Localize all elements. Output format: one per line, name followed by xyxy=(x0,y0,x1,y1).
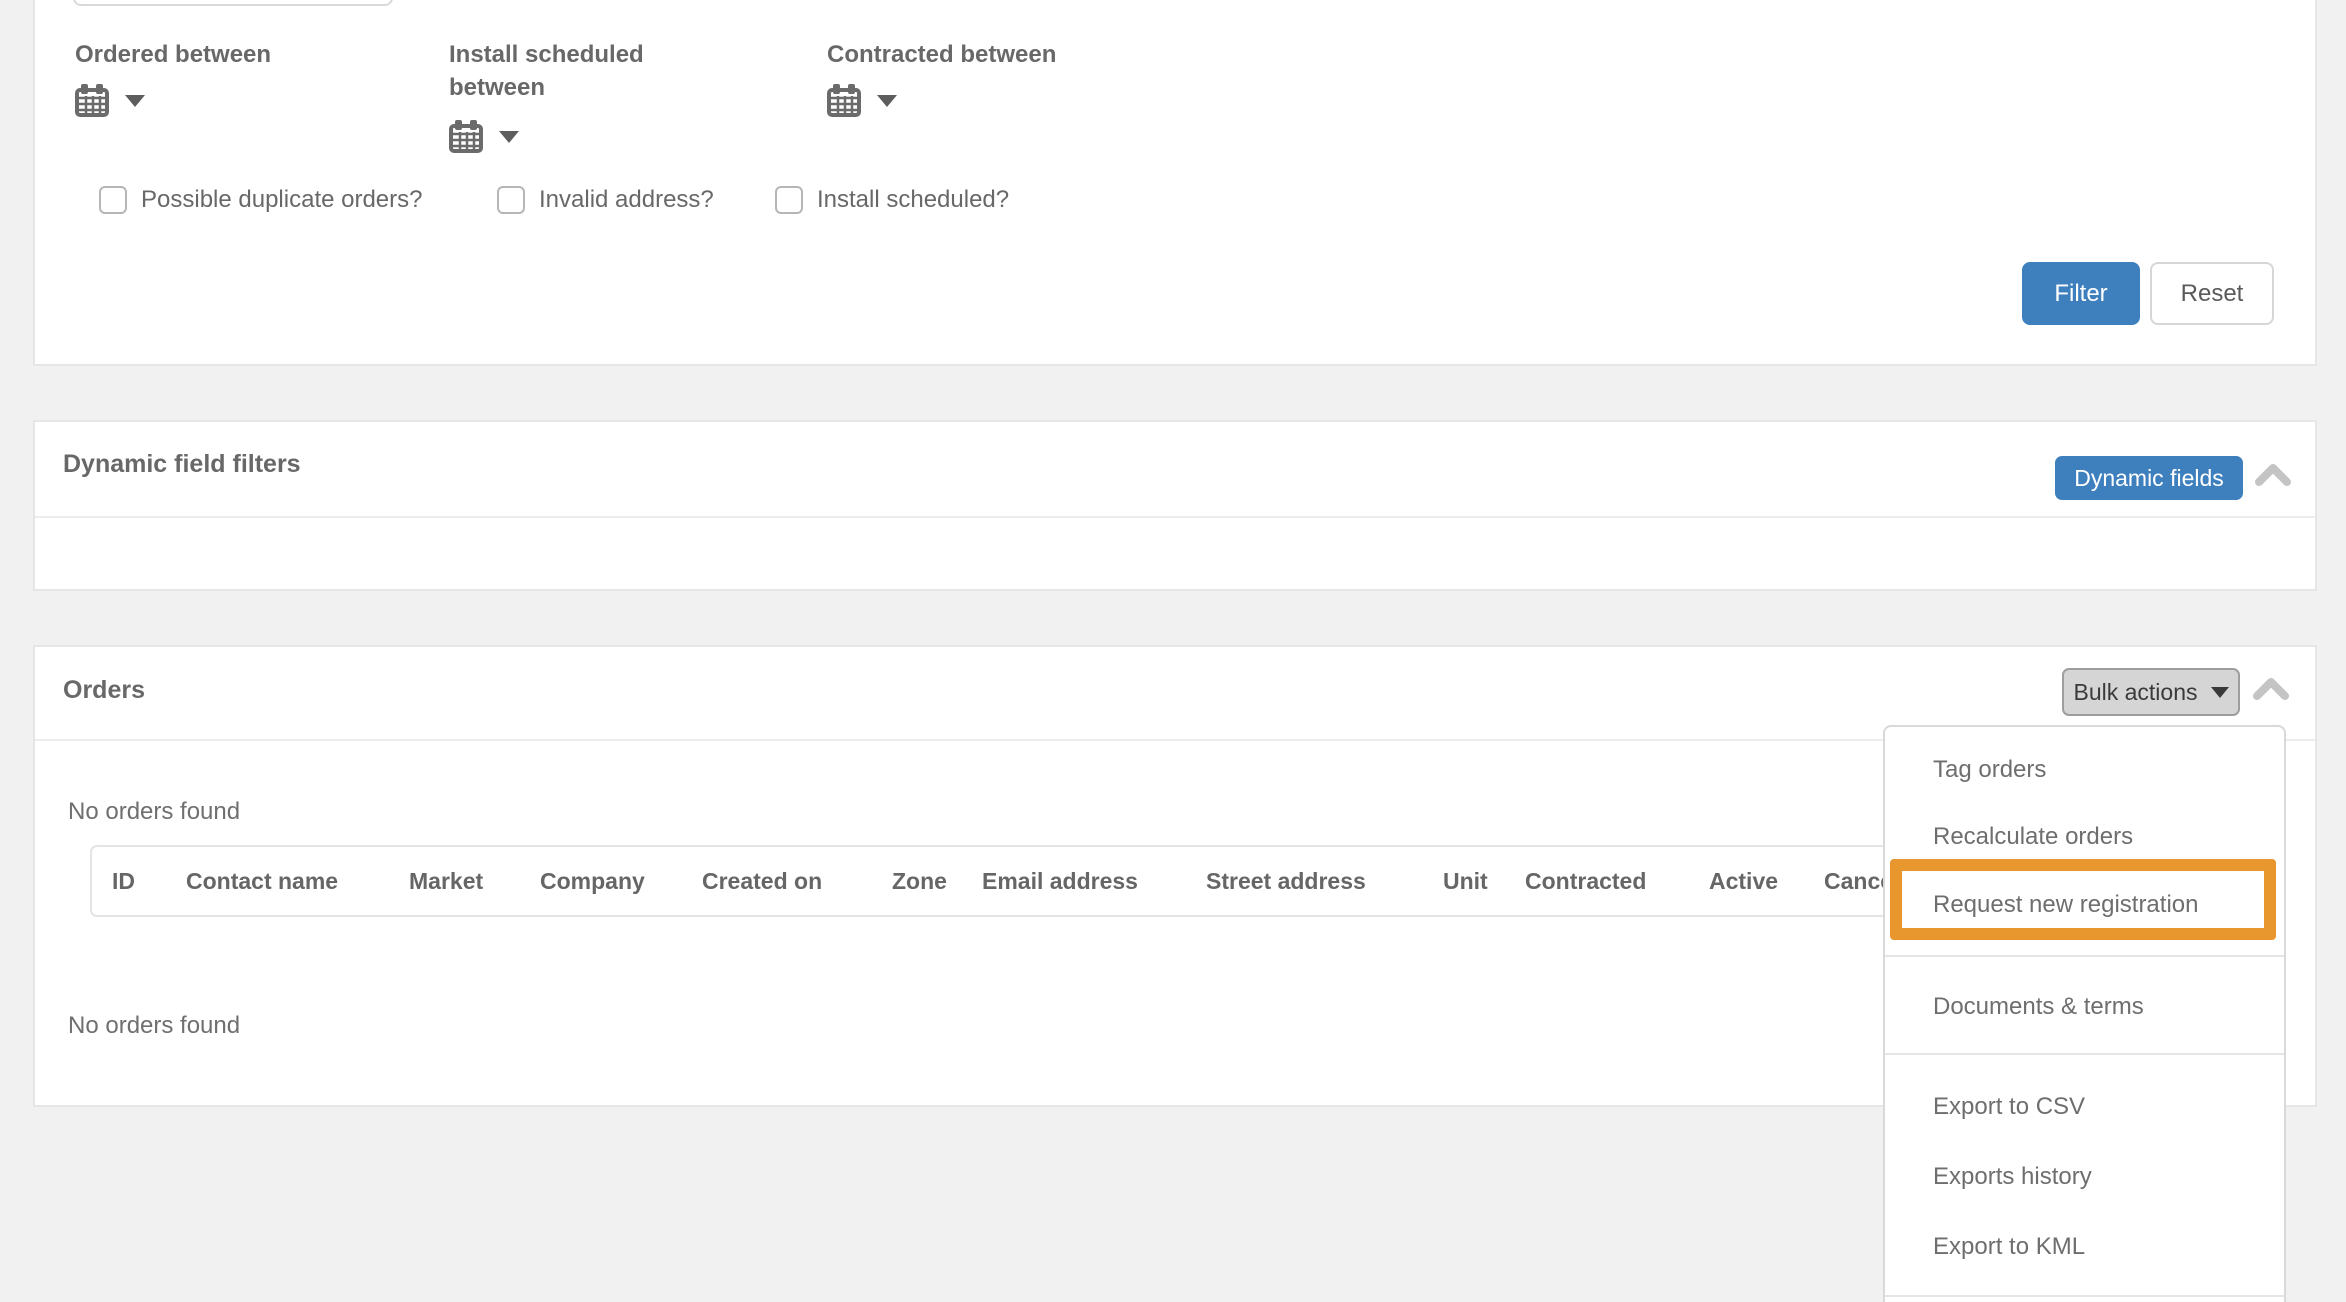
no-orders-found-top: No orders found xyxy=(68,798,240,826)
install-scheduled-checkbox[interactable] xyxy=(775,186,803,214)
menu-item-request-new-registration[interactable]: Request new registration xyxy=(1933,889,2198,921)
column-header-email-address: Email address xyxy=(982,868,1138,895)
install-scheduled-label: Install scheduled? xyxy=(817,186,1009,214)
bulk-actions-button[interactable]: Bulk actions xyxy=(2062,668,2240,716)
panel-divider xyxy=(35,516,2315,518)
invalid-address-checkbox[interactable] xyxy=(497,186,525,214)
caret-down-icon xyxy=(499,131,519,143)
menu-divider xyxy=(1885,955,2284,957)
dynamic-fields-button[interactable]: Dynamic fields xyxy=(2055,456,2243,500)
ordered-between-label: Ordered between xyxy=(75,38,271,71)
column-header-market: Market xyxy=(409,868,483,895)
menu-item-tag-orders[interactable]: Tag orders xyxy=(1933,754,2046,786)
column-header-id: ID xyxy=(112,868,135,895)
chevron-up-collapse-icon[interactable] xyxy=(2254,462,2292,488)
dynamic-field-filters-panel xyxy=(33,420,2317,591)
menu-item-recalculate-orders[interactable]: Recalculate orders xyxy=(1933,821,2133,853)
filter-button[interactable]: Filter xyxy=(2022,262,2140,325)
no-orders-found-bottom: No orders found xyxy=(68,1012,240,1040)
caret-down-icon xyxy=(125,95,145,107)
column-header-zone: Zone xyxy=(892,868,947,895)
possible-duplicate-orders-checkbox[interactable] xyxy=(99,186,127,214)
bulk-actions-dropdown-menu: Tag orders Recalculate orders Request ne… xyxy=(1883,725,2286,1302)
column-header-street-address: Street address xyxy=(1206,868,1366,895)
calendar-icon xyxy=(75,84,109,117)
column-header-company: Company xyxy=(540,868,645,895)
orders-admin-page: Ordered between Install scheduled betwee… xyxy=(0,0,2346,1302)
ordered-between-datepicker[interactable] xyxy=(75,84,145,117)
menu-divider xyxy=(1885,1053,2284,1055)
menu-item-export-to-kml[interactable]: Export to KML xyxy=(1933,1231,2085,1263)
caret-down-icon xyxy=(877,95,897,107)
column-header-created-on: Created on xyxy=(702,868,822,895)
caret-down-icon xyxy=(2211,687,2229,698)
calendar-icon xyxy=(827,84,861,117)
contracted-between-datepicker[interactable] xyxy=(827,84,897,117)
install-scheduled-datepicker[interactable] xyxy=(449,120,519,153)
column-header-contact-name: Contact name xyxy=(186,868,338,895)
calendar-icon xyxy=(449,120,483,153)
menu-item-documents-and-terms[interactable]: Documents & terms xyxy=(1933,991,2144,1023)
filter-panel xyxy=(33,0,2317,366)
column-header-active: Active xyxy=(1709,868,1778,895)
chevron-up-collapse-icon[interactable] xyxy=(2252,676,2290,702)
orders-title: Orders xyxy=(63,676,145,705)
dynamic-field-filters-title: Dynamic field filters xyxy=(63,450,301,479)
text-filter-input[interactable] xyxy=(73,0,393,6)
column-header-unit: Unit xyxy=(1443,868,1488,895)
reset-button[interactable]: Reset xyxy=(2150,262,2274,325)
bulk-actions-label: Bulk actions xyxy=(2073,679,2197,706)
menu-divider xyxy=(1885,1295,2284,1297)
column-header-contracted: Contracted xyxy=(1525,868,1646,895)
invalid-address-label: Invalid address? xyxy=(539,186,714,214)
contracted-between-label: Contracted between xyxy=(827,38,1056,71)
menu-item-export-to-csv[interactable]: Export to CSV xyxy=(1933,1091,2085,1123)
possible-duplicate-orders-label: Possible duplicate orders? xyxy=(141,186,423,214)
install-scheduled-between-label: Install scheduled between xyxy=(449,38,699,104)
menu-item-exports-history[interactable]: Exports history xyxy=(1933,1161,2092,1193)
